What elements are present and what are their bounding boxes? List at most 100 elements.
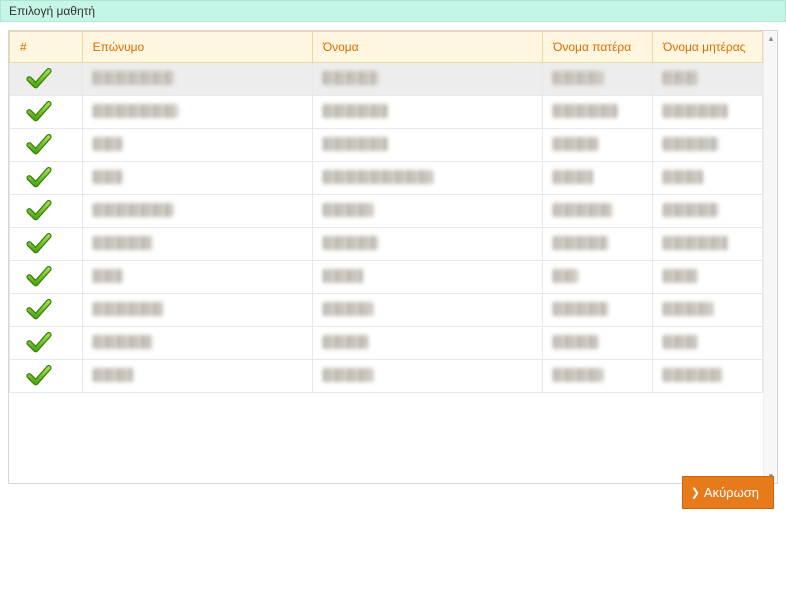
checkmark-icon — [26, 298, 52, 322]
table-row[interactable] — [10, 360, 763, 393]
cell-name — [312, 162, 542, 195]
cancel-button-label: Ακύρωση — [704, 485, 759, 500]
cell-mother — [653, 261, 763, 294]
checkmark-icon — [26, 133, 52, 157]
scroll-up-icon[interactable]: ▴ — [764, 31, 778, 45]
cell-name — [312, 129, 542, 162]
cell-name — [312, 228, 542, 261]
cell-name — [312, 63, 542, 96]
redacted-text — [663, 269, 698, 283]
redacted-text — [323, 203, 373, 217]
col-header-father[interactable]: Όνομα πατέρα — [543, 32, 653, 63]
cell-father — [543, 63, 653, 96]
checkmark-icon — [26, 331, 52, 355]
redacted-text — [93, 170, 123, 184]
redacted-text — [663, 104, 728, 118]
table-row[interactable] — [10, 63, 763, 96]
cell-surname — [82, 162, 312, 195]
cell-checkmark[interactable] — [10, 294, 83, 327]
table-body — [10, 63, 763, 393]
checkmark-icon — [26, 232, 52, 256]
table-row[interactable] — [10, 228, 763, 261]
scrollbar-vertical[interactable]: ▴ ▾ — [763, 31, 777, 483]
table-row[interactable] — [10, 261, 763, 294]
cell-checkmark[interactable] — [10, 129, 83, 162]
table-row[interactable] — [10, 96, 763, 129]
redacted-text — [553, 302, 608, 316]
cell-checkmark[interactable] — [10, 360, 83, 393]
cell-mother — [653, 327, 763, 360]
redacted-text — [663, 368, 723, 382]
cell-mother — [653, 294, 763, 327]
title-text: Επιλογή μαθητή — [9, 4, 95, 18]
checkmark-icon — [26, 199, 52, 223]
redacted-text — [323, 302, 373, 316]
cell-surname — [82, 96, 312, 129]
cell-name — [312, 327, 542, 360]
redacted-text — [93, 203, 173, 217]
cancel-button[interactable]: ❯ Ακύρωση — [682, 476, 774, 509]
cell-name — [312, 261, 542, 294]
table-row[interactable] — [10, 195, 763, 228]
title-bar: Επιλογή μαθητή — [0, 0, 786, 22]
table-row[interactable] — [10, 327, 763, 360]
redacted-text — [323, 170, 433, 184]
cell-checkmark[interactable] — [10, 63, 83, 96]
cell-surname — [82, 129, 312, 162]
cell-name — [312, 360, 542, 393]
cell-checkmark[interactable] — [10, 162, 83, 195]
col-header-surname[interactable]: Επώνυμο — [82, 32, 312, 63]
redacted-text — [553, 137, 598, 151]
students-table: # Επώνυμο Όνομα Όνομα πατέρα Όνομα μητέρ… — [9, 31, 763, 393]
table-row[interactable] — [10, 129, 763, 162]
cell-mother — [653, 162, 763, 195]
checkmark-icon — [26, 67, 52, 91]
col-header-mother[interactable]: Όνομα μητέρας — [653, 32, 763, 63]
cell-mother — [653, 63, 763, 96]
cell-mother — [653, 96, 763, 129]
redacted-text — [93, 269, 123, 283]
cell-mother — [653, 228, 763, 261]
redacted-text — [553, 71, 603, 85]
redacted-text — [323, 269, 363, 283]
redacted-text — [553, 368, 603, 382]
cell-mother — [653, 129, 763, 162]
checkmark-icon — [26, 265, 52, 289]
redacted-text — [663, 203, 718, 217]
redacted-text — [663, 302, 713, 316]
col-header-name[interactable]: Όνομα — [312, 32, 542, 63]
cell-checkmark[interactable] — [10, 96, 83, 129]
cell-father — [543, 162, 653, 195]
cell-father — [543, 228, 653, 261]
redacted-text — [93, 104, 178, 118]
cell-checkmark[interactable] — [10, 195, 83, 228]
cell-checkmark[interactable] — [10, 228, 83, 261]
redacted-text — [93, 302, 163, 316]
cell-checkmark[interactable] — [10, 261, 83, 294]
col-header-number[interactable]: # — [10, 32, 83, 63]
cell-father — [543, 294, 653, 327]
redacted-text — [93, 368, 133, 382]
redacted-text — [93, 236, 153, 250]
table-row[interactable] — [10, 294, 763, 327]
cell-surname — [82, 228, 312, 261]
checkmark-icon — [26, 364, 52, 388]
redacted-text — [323, 137, 388, 151]
redacted-text — [93, 137, 123, 151]
redacted-text — [663, 71, 698, 85]
redacted-text — [553, 236, 608, 250]
redacted-text — [553, 203, 613, 217]
table-row[interactable] — [10, 162, 763, 195]
footer: ❯ Ακύρωση — [682, 476, 774, 509]
redacted-text — [553, 104, 618, 118]
cell-name — [312, 294, 542, 327]
cell-father — [543, 96, 653, 129]
cell-father — [543, 129, 653, 162]
chevron-right-icon: ❯ — [691, 486, 700, 499]
cell-father — [543, 327, 653, 360]
cell-name — [312, 195, 542, 228]
cell-checkmark[interactable] — [10, 327, 83, 360]
redacted-text — [323, 335, 368, 349]
cell-father — [543, 360, 653, 393]
cell-name — [312, 96, 542, 129]
